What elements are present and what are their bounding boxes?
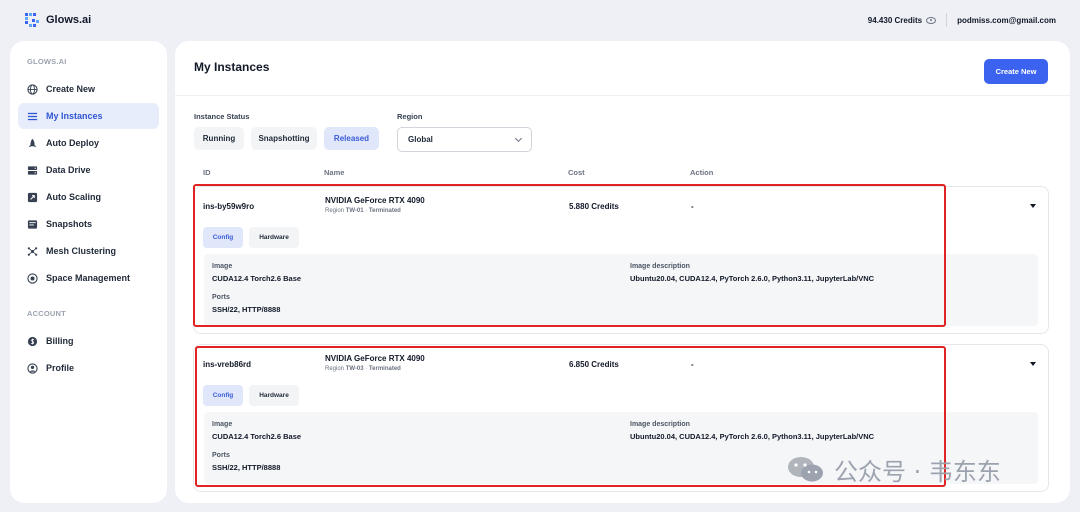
instance-details: Image CUDA12.4 Torch2.6 Base Image descr… bbox=[204, 254, 1038, 326]
user-email[interactable]: podmiss.com@gmail.com bbox=[957, 16, 1056, 25]
watermark-text: 公众号 · 韦东东 bbox=[834, 458, 1001, 486]
status-filter-running[interactable]: Running bbox=[194, 127, 244, 150]
instance-card[interactable]: ins-by59w9ro NVIDIA GeForce RTX 4090 Reg… bbox=[193, 186, 1049, 334]
instance-region-status: Region TW-01 · Terminated bbox=[325, 208, 401, 214]
wechat-icon bbox=[786, 455, 826, 485]
region-label: Region bbox=[397, 112, 423, 121]
image-description-label: Image description bbox=[630, 263, 690, 270]
tab-config[interactable]: Config bbox=[203, 227, 243, 248]
billing-icon bbox=[27, 336, 38, 347]
top-bar: Glows.ai 94.430 Credits podmiss.com@gmai… bbox=[0, 0, 1080, 40]
sidebar-item-label: My Instances bbox=[46, 111, 103, 121]
image-description-value: Ubuntu20.04, CUDA12.4, PyTorch 2.6.0, Py… bbox=[630, 432, 875, 441]
image-value: CUDA12.4 Torch2.6 Base bbox=[212, 274, 302, 283]
sidebar-item-mesh-clustering[interactable]: Mesh Clustering bbox=[18, 238, 159, 264]
credits-value: 94.430 Credits bbox=[867, 15, 923, 25]
eye-icon[interactable] bbox=[926, 16, 937, 24]
sidebar-item-create-new[interactable]: Create New bbox=[18, 76, 159, 102]
globe-icon bbox=[27, 83, 38, 95]
region-select[interactable]: Global bbox=[397, 127, 532, 152]
chevron-down-icon bbox=[514, 134, 523, 142]
sidebar-section-title: GLOWS.AI bbox=[27, 57, 67, 66]
instance-action: - bbox=[691, 202, 694, 211]
column-header-name: Name bbox=[324, 168, 345, 177]
tab-config[interactable]: Config bbox=[203, 385, 243, 406]
account-summary: 94.430 Credits podmiss.com@gmail.com bbox=[868, 13, 1056, 27]
instance-id: ins-by59w9ro bbox=[203, 202, 255, 211]
image-label: Image bbox=[212, 421, 233, 428]
region-value: TW-03 bbox=[345, 366, 364, 372]
image-label: Image bbox=[212, 263, 233, 270]
sidebar-item-label: Snapshots bbox=[46, 219, 93, 229]
instance-state: Terminated bbox=[368, 366, 401, 372]
sidebar-item-data-drive[interactable]: Data Drive bbox=[18, 157, 159, 183]
sidebar-item-auto-scaling[interactable]: Auto Scaling bbox=[18, 184, 159, 210]
divider bbox=[175, 95, 1070, 96]
sidebar-item-snapshots[interactable]: Snapshots bbox=[18, 211, 159, 237]
sidebar-item-label: Space Management bbox=[46, 273, 131, 283]
scaling-icon bbox=[27, 192, 38, 203]
snapshot-icon bbox=[27, 219, 38, 230]
gpu-name: NVIDIA GeForce RTX 4090 bbox=[325, 196, 425, 205]
instance-id: ins-vreb86rd bbox=[203, 360, 252, 369]
credits-display: 94.430 Credits bbox=[867, 15, 937, 25]
sidebar-item-label: Profile bbox=[46, 363, 75, 373]
sidebar-item-billing[interactable]: Billing bbox=[18, 328, 159, 354]
column-header-cost: Cost bbox=[568, 168, 585, 177]
sidebar-item-label: Billing bbox=[46, 336, 74, 346]
sidebar-item-space-management[interactable]: Space Management bbox=[18, 265, 159, 291]
status-filter-released[interactable]: Released bbox=[324, 127, 379, 150]
brand-name: Glows.ai bbox=[46, 14, 92, 26]
sidebar-item-auto-deploy[interactable]: Auto Deploy bbox=[18, 130, 159, 156]
image-description-value: Ubuntu20.04, CUDA12.4, PyTorch 2.6.0, Py… bbox=[630, 274, 875, 283]
drive-icon bbox=[27, 165, 38, 176]
image-description-label: Image description bbox=[630, 421, 690, 428]
rocket-icon bbox=[27, 138, 38, 149]
tab-hardware[interactable]: Hardware bbox=[249, 227, 299, 248]
main-panel: My Instances Create New Instance Status … bbox=[175, 41, 1070, 503]
region-key: Region bbox=[325, 366, 345, 372]
status-filter-snapshotting[interactable]: Snapshotting bbox=[251, 127, 317, 150]
brand-logo[interactable]: Glows.ai bbox=[24, 12, 91, 28]
ports-label: Ports bbox=[212, 294, 230, 301]
instance-cost: 5.880 Credits bbox=[569, 202, 619, 211]
sidebar-item-my-instances[interactable]: My Instances bbox=[18, 103, 159, 129]
caret-down-icon[interactable] bbox=[1030, 362, 1036, 366]
caret-down-icon[interactable] bbox=[1030, 204, 1036, 208]
page-title: My Instances bbox=[194, 60, 270, 74]
ports-value: SSH/22, HTTP/8888 bbox=[212, 463, 281, 472]
watermark: 公众号 · 韦东东 bbox=[786, 452, 1001, 487]
tab-hardware[interactable]: Hardware bbox=[249, 385, 299, 406]
ports-value: SSH/22, HTTP/8888 bbox=[212, 305, 281, 314]
sidebar-item-label: Create New bbox=[46, 84, 96, 94]
list-icon bbox=[27, 111, 38, 122]
profile-icon bbox=[27, 362, 38, 374]
ports-label: Ports bbox=[212, 452, 230, 459]
instance-region-status: Region TW-03 · Terminated bbox=[325, 366, 401, 372]
instance-action: - bbox=[691, 360, 694, 369]
instance-cost: 6.850 Credits bbox=[569, 360, 619, 369]
image-value: CUDA12.4 Torch2.6 Base bbox=[212, 432, 302, 441]
instance-status-label: Instance Status bbox=[194, 112, 250, 121]
divider bbox=[946, 13, 948, 27]
sidebar-item-label: Auto Deploy bbox=[46, 138, 99, 148]
sidebar-section-account: ACCOUNT bbox=[27, 309, 66, 318]
sidebar-item-label: Mesh Clustering bbox=[46, 246, 117, 256]
glows-logo-icon bbox=[24, 12, 40, 28]
gpu-name: NVIDIA GeForce RTX 4090 bbox=[325, 354, 425, 363]
sidebar-item-label: Auto Scaling bbox=[46, 192, 102, 202]
region-key: Region bbox=[325, 208, 345, 214]
sidebar-item-label: Data Drive bbox=[46, 165, 91, 175]
column-header-id: ID bbox=[203, 168, 211, 177]
region-value: TW-01 bbox=[345, 208, 364, 214]
column-header-action: Action bbox=[690, 168, 714, 177]
sidebar: GLOWS.AI Create New My Instances Auto De… bbox=[10, 41, 167, 503]
create-new-button[interactable]: Create New bbox=[984, 59, 1048, 84]
region-select-value: Global bbox=[408, 135, 433, 144]
sidebar-item-profile[interactable]: Profile bbox=[18, 355, 159, 381]
cluster-icon bbox=[27, 246, 38, 257]
instance-state: Terminated bbox=[368, 208, 401, 214]
space-icon bbox=[27, 272, 38, 284]
